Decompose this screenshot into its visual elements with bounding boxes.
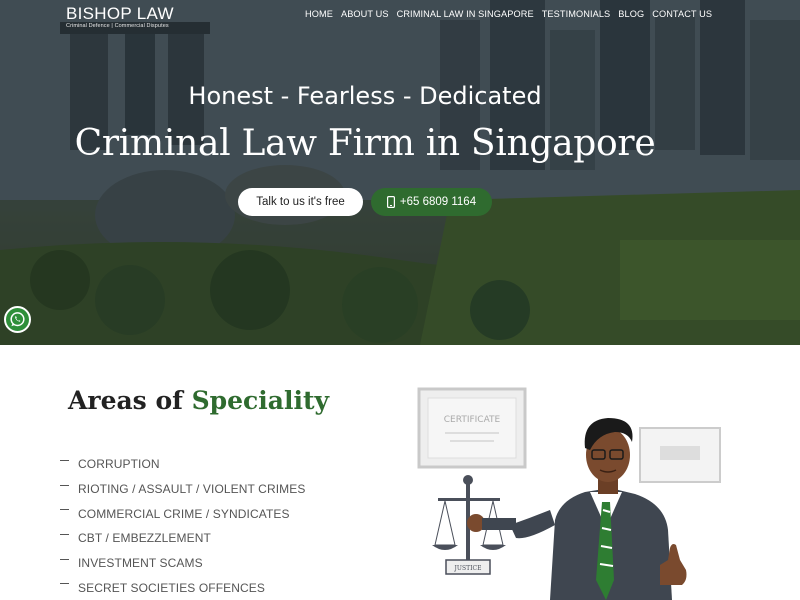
areas-heading: Areas of Speciality xyxy=(68,386,329,415)
dash-bullet xyxy=(60,484,69,486)
logo-tagline: Criminal Defence | Commercial Disputes xyxy=(66,23,169,29)
talk-to-us-label: Talk to us it's free xyxy=(256,196,345,208)
nav-criminal-law[interactable]: CRIMINAL LAW IN SINGAPORE xyxy=(397,9,534,19)
mobile-phone-icon xyxy=(386,196,395,208)
dash-bullet xyxy=(60,583,69,585)
list-item[interactable]: RIOTING / ASSAULT / VIOLENT CRIMES xyxy=(60,477,305,502)
lawyer-illustration: CERTIFICATE JUSTICE xyxy=(417,387,721,600)
nav-contact-us[interactable]: CONTACT US xyxy=(652,9,712,19)
talk-to-us-button[interactable]: Talk to us it's free xyxy=(238,188,363,216)
certificate-label: CERTIFICATE xyxy=(444,415,501,425)
nav-testimonials[interactable]: TESTIMONIALS xyxy=(542,9,611,19)
speciality-label: CBT / EMBEZZLEMENT xyxy=(78,531,211,546)
speciality-label: CORRUPTION xyxy=(78,457,160,472)
whatsapp-button[interactable] xyxy=(4,306,31,333)
phone-number-label: +65 6809 1164 xyxy=(399,196,477,208)
specialities-list: CORRUPTION RIOTING / ASSAULT / VIOLENT C… xyxy=(60,452,305,600)
site-logo[interactable]: BISHOP LAW Criminal Defence | Commercial… xyxy=(66,5,174,30)
speciality-label: COMMERCIAL CRIME / SYNDICATES xyxy=(78,506,290,521)
justice-label: JUSTICE xyxy=(454,565,482,572)
hero-headline: Criminal Law Firm in Singapore xyxy=(74,123,656,164)
main-nav: HOME ABOUT US CRIMINAL LAW IN SINGAPORE … xyxy=(305,9,712,19)
hero-overlay xyxy=(0,0,800,345)
list-item[interactable]: SECRET SOCIETIES OFFENCES xyxy=(60,575,305,600)
nav-blog[interactable]: BLOG xyxy=(618,9,644,19)
list-item[interactable]: COMMERCIAL CRIME / SYNDICATES xyxy=(60,501,305,526)
nav-about-us[interactable]: ABOUT US xyxy=(341,9,389,19)
speciality-label: SECRET SOCIETIES OFFENCES xyxy=(78,580,265,595)
list-item[interactable]: CBT / EMBEZZLEMENT xyxy=(60,526,305,551)
hero-banner: BISHOP LAW Criminal Defence | Commercial… xyxy=(0,0,800,345)
list-item[interactable]: INVESTMENT SCAMS xyxy=(60,551,305,576)
dash-bullet xyxy=(60,459,69,461)
areas-heading-prefix: Areas of xyxy=(68,386,192,415)
call-phone-button[interactable]: +65 6809 1164 xyxy=(371,188,492,216)
areas-heading-accent: Speciality xyxy=(191,386,330,415)
list-item[interactable]: CORRUPTION xyxy=(60,452,305,477)
logo-name: BISHOP LAW xyxy=(66,4,174,23)
dash-bullet xyxy=(60,509,69,511)
whatsapp-icon xyxy=(10,312,25,327)
speciality-label: RIOTING / ASSAULT / VIOLENT CRIMES xyxy=(78,482,306,497)
nav-home[interactable]: HOME xyxy=(305,9,333,19)
hero-tagline: Honest - Fearless - Dedicated xyxy=(188,82,542,110)
dash-bullet xyxy=(60,533,69,535)
dash-bullet xyxy=(60,558,69,560)
speciality-label: INVESTMENT SCAMS xyxy=(78,556,203,571)
